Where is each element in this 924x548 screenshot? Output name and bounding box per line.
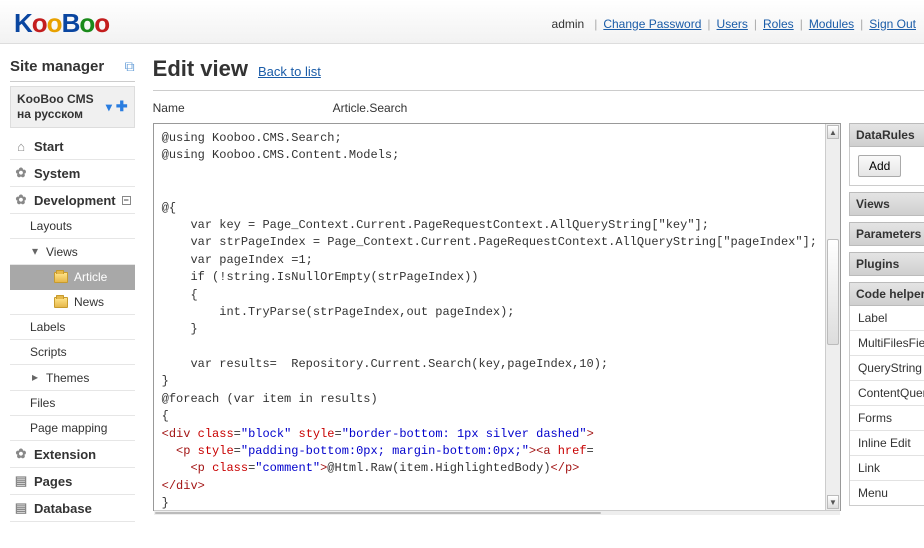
home-icon: ⌂ (14, 139, 28, 154)
site-name: KooBoo CMS на русском (17, 92, 106, 122)
logo: KooBoo (14, 8, 109, 39)
link-roles[interactable]: Roles (763, 17, 794, 31)
code-helper-item[interactable]: Link▷ (850, 456, 924, 481)
tree-toggle-icon[interactable]: ▾ (30, 244, 40, 259)
name-label: Name (153, 101, 333, 115)
horizontal-scrollbar[interactable] (154, 510, 840, 515)
app-header: KooBoo admin | Change Password| Users| R… (0, 0, 924, 44)
code-helper-item[interactable]: ContentQuery▷ (850, 381, 924, 406)
nav-database[interactable]: ▤Database (10, 495, 135, 522)
page-title: Edit view (153, 56, 248, 82)
add-button[interactable]: Add (858, 155, 901, 177)
scroll-thumb[interactable] (155, 512, 601, 514)
folder-icon (54, 297, 68, 308)
code-content[interactable]: @using Kooboo.CMS.Search; @using Kooboo.… (154, 124, 825, 510)
nav-views-news[interactable]: News (10, 290, 135, 315)
nav-scripts[interactable]: Scripts (10, 340, 135, 365)
scroll-thumb[interactable] (827, 239, 839, 345)
nav-system[interactable]: ✿System (10, 160, 135, 187)
vertical-scrollbar[interactable]: ▲ ▼ (825, 124, 840, 510)
nav-page-mapping[interactable]: Page mapping (10, 416, 135, 441)
header-links: admin | Change Password| Users| Roles| M… (552, 17, 916, 31)
panel-header-plugins[interactable]: Plugins▾ (849, 252, 924, 276)
chevron-down-icon: ▾ (106, 100, 112, 115)
link-sign-out[interactable]: Sign Out (869, 17, 916, 31)
code-helper-item[interactable]: Inline Edit▷ (850, 431, 924, 456)
nav-extension[interactable]: ✿Extension (10, 441, 135, 468)
back-link[interactable]: Back to list (258, 64, 321, 79)
gear-icon: ✿ (14, 165, 28, 181)
side-panels: DataRules▴ Add Views▾ Parameters▾ Plugin… (849, 123, 924, 511)
code-helper-item[interactable]: Forms▷ (850, 406, 924, 431)
code-helper-item[interactable]: Menu▷ (850, 481, 924, 505)
nav-pages[interactable]: ▤Pages (10, 468, 135, 495)
site-selector[interactable]: KooBoo CMS на русском ▾ ✚ (10, 86, 135, 128)
nav-start[interactable]: ⌂Start (10, 134, 135, 160)
folder-icon (54, 272, 68, 283)
pages-icon: ▤ (14, 473, 28, 489)
link-change-password[interactable]: Change Password (603, 17, 701, 31)
main-content: Edit view Back to list Name Article.Sear… (141, 44, 924, 532)
scroll-down-icon[interactable]: ▼ (827, 495, 839, 509)
current-user: admin (552, 17, 585, 31)
panel-header-parameters[interactable]: Parameters▾ (849, 222, 924, 246)
panel-header-datarules[interactable]: DataRules▴ (849, 123, 924, 147)
code-editor[interactable]: @using Kooboo.CMS.Search; @using Kooboo.… (153, 123, 841, 511)
nav-layouts[interactable]: Layouts (10, 214, 135, 239)
nav-views-article[interactable]: Article (10, 265, 135, 290)
scroll-up-icon[interactable]: ▲ (827, 125, 839, 139)
panel-header-views[interactable]: Views▾ (849, 192, 924, 216)
extension-icon: ✿ (14, 446, 28, 462)
nav-development[interactable]: ✿Development− (10, 187, 135, 214)
panel-datarules: DataRules▴ Add (849, 123, 924, 186)
nav-views[interactable]: ▾Views (10, 239, 135, 265)
link-modules[interactable]: Modules (809, 17, 854, 31)
dev-icon: ✿ (14, 192, 28, 208)
code-helper-list: LabelMultiFilesFieldQueryStringContentQu… (849, 306, 924, 506)
code-helper-item[interactable]: Label (850, 306, 924, 331)
nav-files[interactable]: Files (10, 391, 135, 416)
tree-toggle-icon[interactable]: ▸ (30, 370, 40, 385)
nav-themes[interactable]: ▸Themes (10, 365, 135, 391)
panel-header-codehelper[interactable]: Code helper▴ (849, 282, 924, 306)
sidebar-title: Site manager (10, 58, 104, 75)
sitemap-icon[interactable]: ⧉ (125, 58, 135, 75)
collapse-icon[interactable]: − (122, 196, 131, 205)
code-helper-item[interactable]: MultiFilesField (850, 331, 924, 356)
panel-codehelper: Code helper▴ LabelMultiFilesFieldQuerySt… (849, 282, 924, 506)
code-helper-item[interactable]: QueryString (850, 356, 924, 381)
name-value: Article.Search (333, 101, 408, 115)
link-users[interactable]: Users (717, 17, 748, 31)
database-icon: ▤ (14, 500, 28, 516)
add-site-icon[interactable]: ✚ (116, 98, 128, 116)
nav-tree: ⌂Start ✿System ✿Development− Layouts ▾Vi… (10, 134, 135, 522)
sidebar: Site manager ⧉ KooBoo CMS на русском ▾ ✚… (0, 44, 141, 532)
nav-labels[interactable]: Labels (10, 315, 135, 340)
